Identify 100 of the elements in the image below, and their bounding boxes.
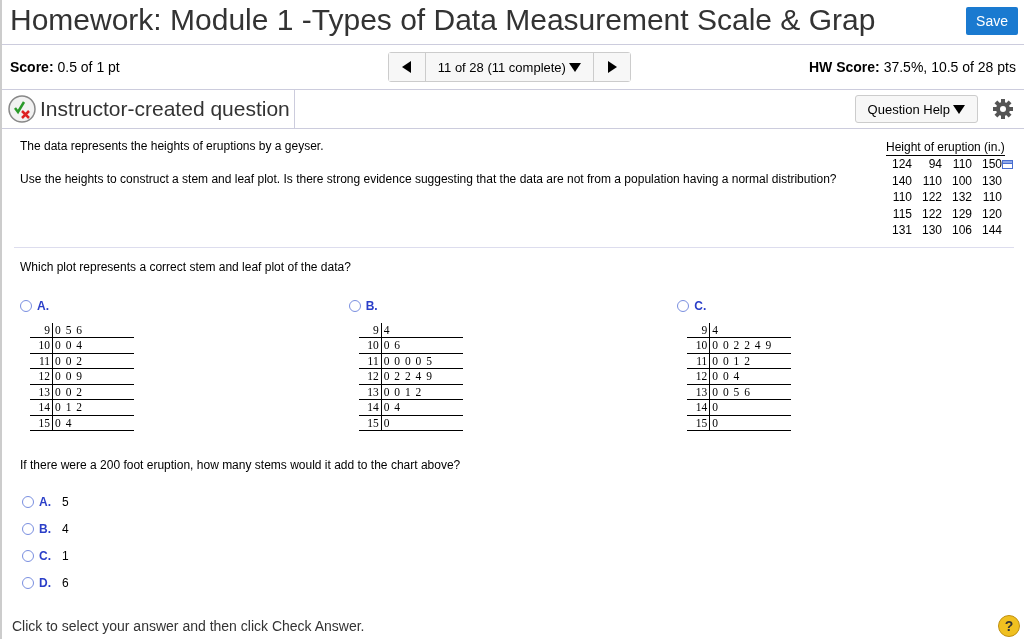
stem-value: 14 (30, 400, 53, 415)
score-text: Score: 0.5 of 1 pt (10, 59, 120, 75)
table-cell-text: 115 (891, 205, 912, 222)
table-cell-text: 110 (921, 172, 942, 189)
stem-value: 12 (687, 369, 711, 384)
previous-button[interactable] (388, 53, 425, 81)
answer-choice[interactable]: C. (677, 298, 707, 313)
table-cell-text: 124 (890, 156, 912, 173)
problem-text: The data represents the heights of eruptions by a geyser. (20, 139, 325, 153)
leaf-values: 4 (711, 322, 719, 337)
stem-value: 15 (687, 415, 711, 430)
choice-text: 6 (62, 576, 69, 590)
stem-value: 14 (358, 400, 382, 415)
table-cell-text: 150 (980, 156, 1002, 173)
leaf-values: 0 0 2 2 4 9 (711, 338, 772, 353)
table-cell-text: 110 (981, 189, 1002, 206)
stem-value: 10 (30, 338, 53, 353)
leaf-values: 0 0 4 (711, 369, 740, 384)
stem-value: 15 (30, 415, 53, 430)
leaf-values: 0 2 2 4 9 (382, 369, 432, 384)
choice-text: 5 (62, 495, 69, 509)
next-button[interactable] (593, 53, 630, 81)
table-cell-text: 94 (927, 156, 942, 173)
check-cross-icon (8, 95, 36, 123)
table-cell-text: 129 (950, 205, 972, 222)
table-cell-text: 131 (890, 222, 912, 239)
leaf-values: 0 5 6 (54, 322, 82, 337)
stem-value: 9 (30, 322, 53, 337)
leaf-values: 0 0 9 (54, 369, 82, 384)
help-button[interactable]: ? (998, 615, 1020, 637)
table-cell-text: 100 (950, 172, 972, 189)
stem-value: 11 (687, 353, 711, 368)
table-cell-text: 130 (920, 222, 942, 239)
instruction-text: Click to select your answer and then click Check Answer. (12, 618, 365, 634)
choice-letter: B. (39, 522, 51, 536)
stem-value: 12 (358, 369, 382, 384)
answer-choice[interactable]: A. 5 (22, 495, 69, 509)
leaf-values: 0 0 2 (54, 384, 82, 399)
choice-letter: C. (694, 298, 707, 313)
question-help-button[interactable]: Question Help (854, 95, 978, 123)
stem-value: 10 (687, 338, 711, 353)
question-text: If there were a 200 foot eruption, how many stems would it add to the chart above? (20, 458, 462, 472)
question-type-title: Instructor-created question (40, 97, 290, 121)
page-title: Homework: Module 1 -Types of Data Measurement Scale & Grap (10, 2, 876, 38)
leaf-values: 0 0 2 (54, 353, 82, 368)
hw-score-text: HW Score: 37.5%, 10.5 of 28 pts (808, 59, 1016, 75)
choice-letter: B. (365, 298, 378, 313)
table-cell-text: 144 (980, 222, 1002, 239)
answer-choice[interactable]: D. 6 (22, 576, 69, 590)
leaf-values: 0 6 (382, 338, 401, 353)
choice-letter: A. (37, 298, 49, 313)
stem-value: 13 (358, 384, 382, 399)
table-cell-text: 140 (890, 172, 912, 189)
table-cell-text: 122 (920, 205, 942, 222)
question-text: Which plot represents a correct stem and leaf plot of the data? (20, 259, 352, 274)
table-cell-text: 120 (980, 205, 1002, 222)
leaf-values: 0 0 4 (54, 338, 82, 353)
leaf-values: 0 0 1 2 (711, 353, 750, 368)
answer-choice[interactable]: C. 1 (22, 549, 69, 563)
leaf-values: 0 1 2 (54, 400, 82, 415)
choice-text: 1 (62, 549, 69, 563)
problem-text: Use the heights to construct a stem and leaf plot. Is there strong evidence suggesting that the data are not from a population having a normal distribution? (20, 171, 838, 187)
leaf-values: 0 0 5 6 (711, 384, 750, 399)
table-title: Height of eruption (in.) (886, 139, 1005, 156)
stem-value: 14 (687, 400, 711, 415)
leaf-values: 0 0 0 0 5 (382, 353, 432, 368)
table-cell-text: 110 (891, 189, 912, 206)
left-triangle-icon (401, 61, 412, 73)
leaf-values: 0 (382, 415, 390, 430)
caret-icon (568, 62, 581, 72)
stem-value: 11 (30, 353, 53, 368)
leaf-values: 4 (382, 322, 390, 337)
table-cell-text: 110 (951, 156, 972, 173)
choice-text: 4 (62, 522, 69, 536)
leaf-values: 0 0 1 2 (382, 384, 422, 399)
table-cell-text: 130 (980, 172, 1002, 189)
question-dropdown[interactable]: 11 of 28 (11 complete) (424, 53, 594, 81)
stem-value: 9 (358, 322, 382, 337)
stem-value: 11 (358, 353, 382, 368)
table-icon (1002, 159, 1013, 169)
stem-value: 15 (358, 415, 382, 430)
table-cell-text: 106 (950, 222, 972, 239)
answer-choice[interactable]: B. 4 (22, 522, 69, 536)
answer-choice[interactable]: A. (20, 298, 49, 313)
stem-value: 10 (358, 338, 382, 353)
stem-value: 9 (687, 322, 711, 337)
table-cell-text: 132 (950, 189, 972, 206)
stem-value: 13 (30, 384, 53, 399)
choice-letter: A. (39, 495, 51, 509)
choice-letter: D. (39, 576, 51, 590)
save-button[interactable]: Save (966, 7, 1018, 35)
choice-letter: C. (39, 549, 51, 563)
stem-value: 13 (687, 384, 711, 399)
leaf-values: 0 4 (382, 400, 401, 415)
leaf-values: 0 (711, 400, 719, 415)
leaf-values: 0 (711, 415, 719, 430)
right-triangle-icon (606, 61, 617, 73)
stem-value: 12 (30, 369, 53, 384)
table-cell-text: 122 (920, 189, 942, 206)
answer-choice[interactable]: B. (348, 298, 378, 313)
